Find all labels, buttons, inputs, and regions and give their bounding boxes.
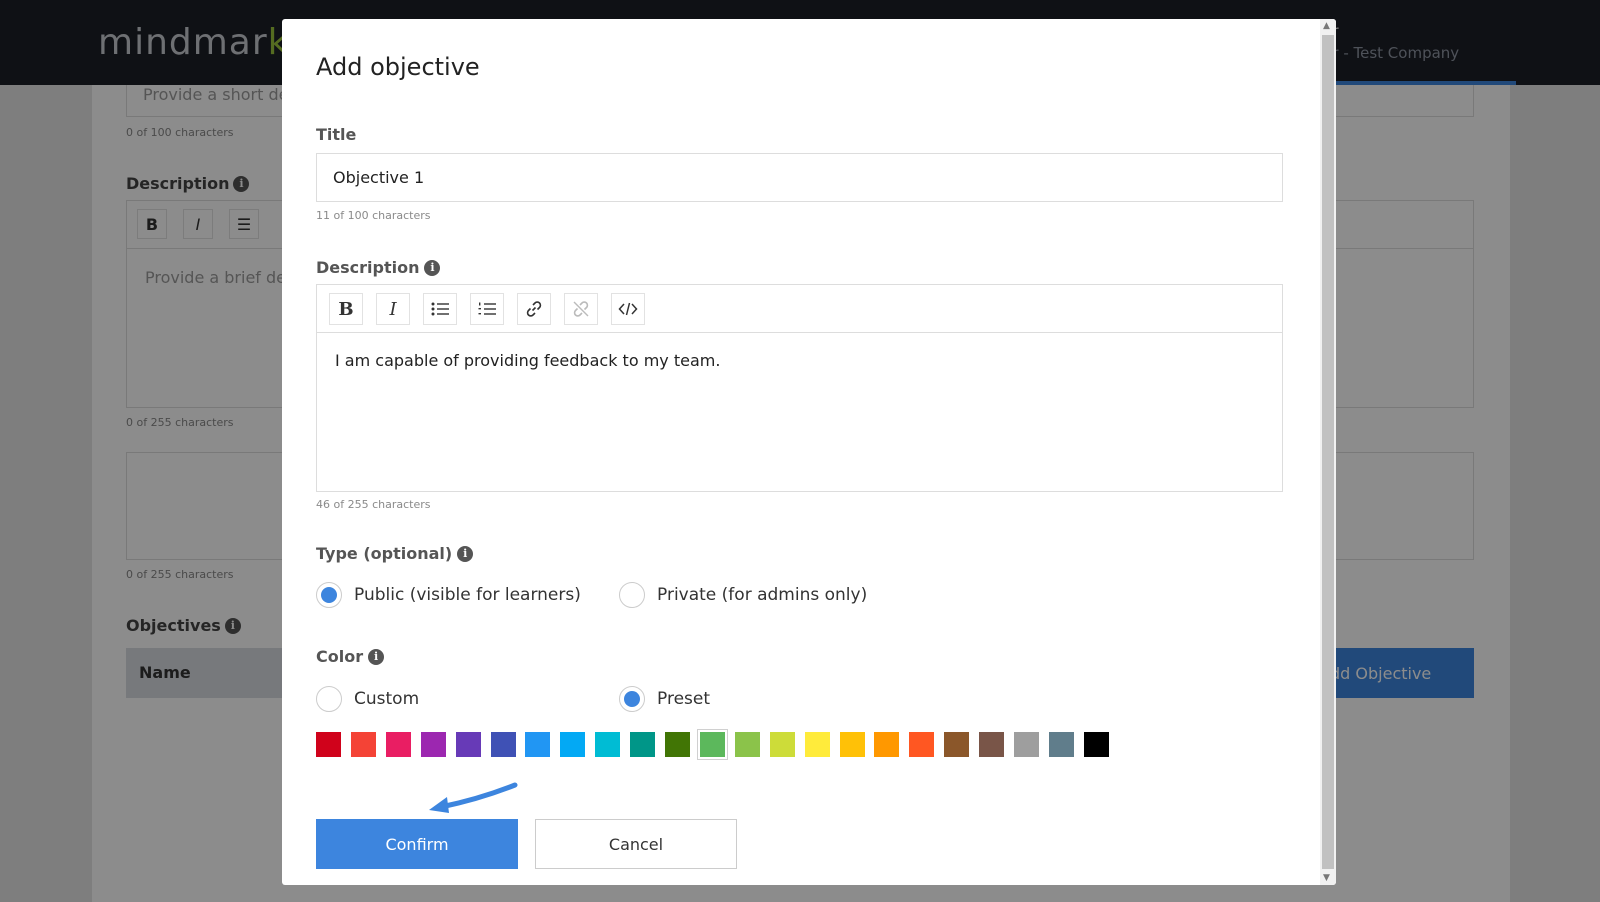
color-swatch[interactable]	[455, 732, 481, 757]
unlink-button[interactable]	[564, 293, 598, 325]
color-swatch[interactable]	[697, 730, 727, 759]
color-preset-label: Preset	[657, 689, 711, 709]
description-label-text: Description	[316, 258, 420, 277]
color-swatch[interactable]	[665, 732, 690, 757]
color-custom-option[interactable]: Custom	[316, 686, 419, 712]
info-icon[interactable]: i	[457, 545, 474, 562]
color-swatch[interactable]	[874, 732, 900, 757]
add-objective-modal: Add objective Title 11 of 100 characters…	[282, 19, 1336, 885]
color-custom-radio[interactable]	[316, 686, 342, 712]
numbered-list-button[interactable]	[470, 293, 504, 325]
link-button[interactable]	[517, 293, 551, 325]
title-input[interactable]	[316, 153, 1283, 202]
info-icon[interactable]: i	[424, 259, 441, 276]
scroll-down-icon[interactable]: ▼	[1323, 873, 1330, 883]
type-label-text: Type (optional)	[316, 544, 453, 563]
type-private-radio[interactable]	[619, 582, 645, 608]
bold-button[interactable]: B	[329, 293, 363, 325]
type-public-radio[interactable]	[316, 582, 342, 608]
info-icon[interactable]: i	[368, 648, 385, 665]
color-swatch[interactable]	[560, 732, 586, 757]
color-preset-option[interactable]: Preset	[619, 686, 710, 712]
description-label: Description i	[316, 258, 441, 277]
type-private-option[interactable]: Private (for admins only)	[619, 582, 867, 608]
title-label: Title	[316, 125, 357, 144]
color-swatch[interactable]	[839, 732, 865, 757]
description-counter: 46 of 255 characters	[316, 498, 431, 511]
color-swatch[interactable]	[979, 732, 1005, 757]
color-swatch[interactable]	[385, 732, 411, 757]
color-swatch[interactable]	[350, 732, 376, 757]
scroll-up-icon[interactable]: ▲	[1323, 21, 1330, 31]
color-swatch[interactable]	[734, 732, 760, 757]
color-swatch[interactable]	[595, 732, 621, 757]
color-swatch[interactable]	[944, 732, 970, 757]
color-swatch[interactable]	[1083, 732, 1109, 757]
scrollbar-thumb[interactable]	[1322, 35, 1334, 869]
cancel-button[interactable]: Cancel	[535, 819, 737, 869]
type-public-option[interactable]: Public (visible for learners)	[316, 582, 581, 608]
description-text[interactable]: I am capable of providing feedback to my…	[335, 351, 720, 370]
type-public-label: Public (visible for learners)	[354, 585, 581, 605]
bullet-list-button[interactable]	[423, 293, 457, 325]
code-icon	[618, 302, 638, 316]
color-swatch[interactable]	[1014, 732, 1039, 757]
color-swatch[interactable]	[769, 732, 795, 757]
color-swatch[interactable]	[490, 732, 516, 757]
description-editor: B I I am capable of providing feedback t…	[316, 284, 1283, 492]
color-swatch[interactable]	[316, 732, 341, 757]
code-button[interactable]	[611, 293, 645, 325]
confirm-button[interactable]: Confirm	[316, 819, 518, 869]
color-swatch[interactable]	[420, 732, 446, 757]
color-swatch[interactable]	[630, 732, 656, 757]
type-label: Type (optional) i	[316, 544, 474, 563]
color-swatch[interactable]	[909, 732, 935, 757]
title-counter: 11 of 100 characters	[316, 209, 431, 222]
modal-title: Add objective	[316, 53, 480, 81]
bullet-list-icon	[431, 302, 449, 316]
unlink-icon	[573, 301, 589, 317]
editor-toolbar: B I	[317, 285, 1282, 333]
numbered-list-icon	[478, 302, 496, 315]
italic-button[interactable]: I	[376, 293, 410, 325]
link-icon	[526, 301, 542, 317]
color-swatch[interactable]	[804, 732, 830, 757]
color-preset-radio[interactable]	[619, 686, 645, 712]
pointer-arrow-icon	[429, 782, 518, 813]
color-label-text: Color	[316, 647, 364, 666]
type-private-label: Private (for admins only)	[657, 585, 868, 605]
color-swatch[interactable]	[525, 732, 551, 757]
modal-scrollbar[interactable]: ▲ ▼	[1320, 19, 1336, 885]
color-label: Color i	[316, 647, 385, 666]
color-custom-label: Custom	[354, 689, 420, 709]
color-swatch[interactable]	[1048, 732, 1074, 757]
